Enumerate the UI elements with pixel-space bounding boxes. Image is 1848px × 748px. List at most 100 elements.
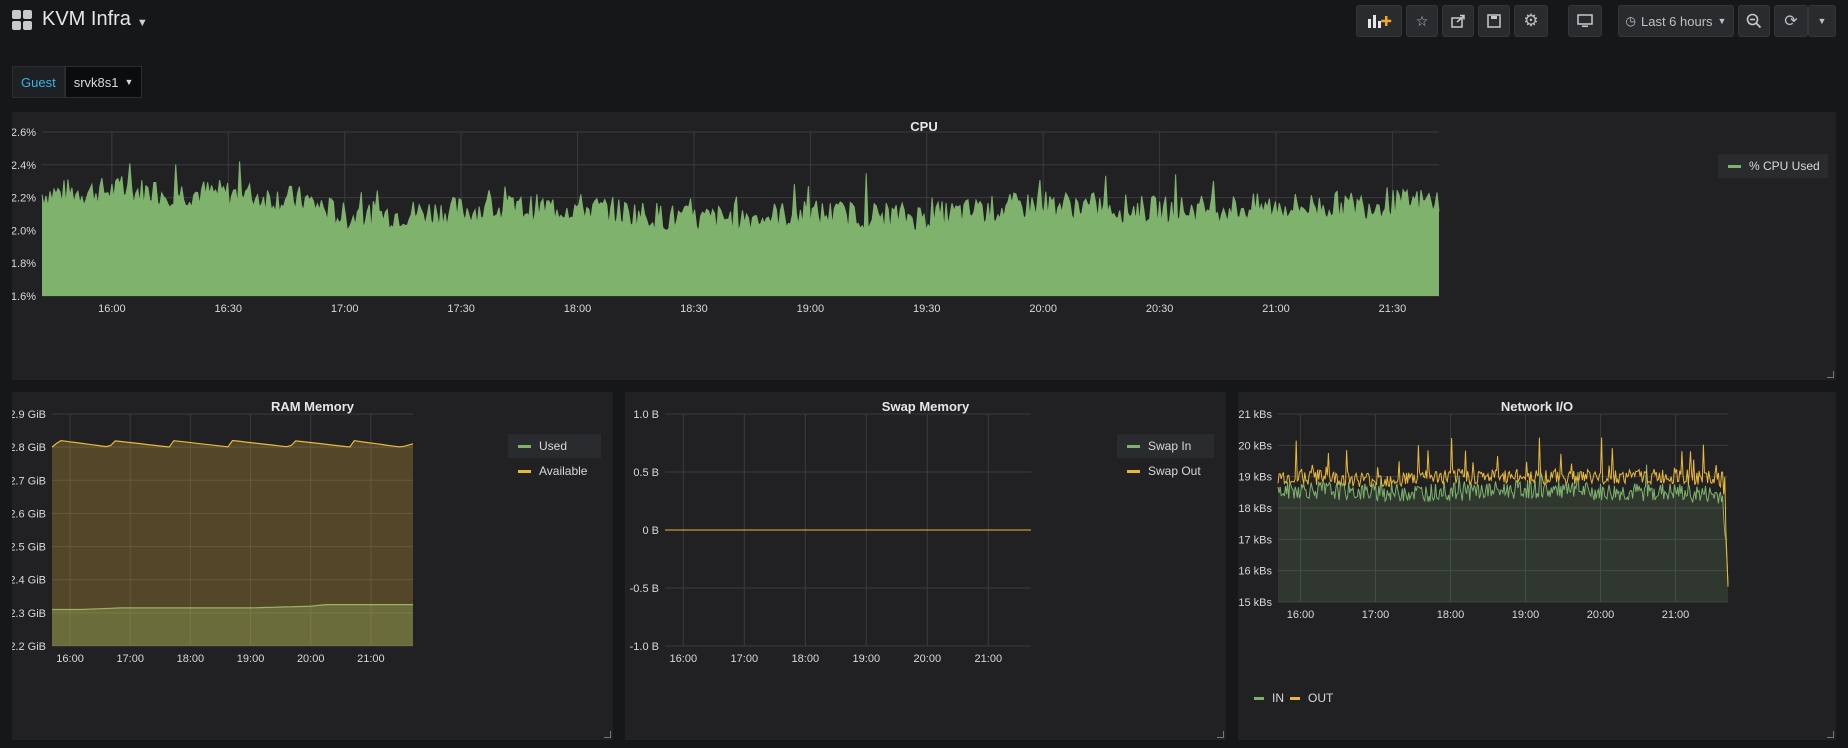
clock-icon: ◷	[1625, 14, 1636, 28]
variable-select[interactable]: srvk8s1 ▼	[64, 66, 143, 98]
save-icon	[1487, 14, 1501, 28]
y-tick-label: -1.0 B	[630, 641, 659, 653]
variable-label: Guest	[12, 66, 65, 98]
resize-handle[interactable]	[604, 731, 611, 738]
y-tick-label: 21 kBs	[1238, 409, 1272, 421]
legend-item-cpu[interactable]: % CPU Used	[1718, 154, 1828, 178]
legend-label: Swap In	[1148, 439, 1192, 453]
y-tick-label: 18 kBs	[1238, 503, 1272, 515]
x-tick-label: 16:00	[670, 653, 698, 665]
x-tick-label: 20:30	[1146, 303, 1174, 315]
save-button[interactable]	[1478, 5, 1510, 37]
series-area--cpu-used	[42, 161, 1439, 296]
y-tick-label: 0.5 B	[633, 467, 659, 479]
panel-cpu[interactable]: CPU 1.6% 1.8% 2.0% 2.2% 2.4% 2.6% 16:00 16:30 17…	[12, 112, 1836, 380]
dashboard-title: KVM Infra	[42, 8, 131, 30]
legend-label: OUT	[1308, 691, 1334, 705]
cpu-chart: 1.6% 1.8% 2.0% 2.2% 2.4% 2.6% 16:00 16:30 17:00 1…	[12, 127, 1440, 315]
dashboard-grid-icon	[12, 9, 32, 30]
x-tick-label: 20:00	[914, 653, 942, 665]
time-range-label: Last 6 hours	[1641, 13, 1713, 29]
x-tick-label: 19:00	[853, 653, 881, 665]
y-tick-label: 2.2%	[12, 193, 36, 205]
x-tick-label: 17:00	[1362, 609, 1390, 621]
caret-down-icon: ▼	[124, 77, 134, 87]
refresh-interval-dropdown[interactable]: ▼	[1808, 5, 1836, 37]
y-tick-label: 2.7 GiB	[12, 475, 46, 487]
x-tick-label: 17:00	[731, 653, 759, 665]
tv-mode-button[interactable]	[1568, 5, 1602, 37]
x-tick-label: 19:00	[797, 303, 825, 315]
x-tick-label: 20:00	[1029, 303, 1057, 315]
x-tick-label: 19:00	[237, 653, 265, 665]
variable-value: srvk8s1	[73, 74, 119, 90]
add-panel-icon	[1368, 15, 1392, 28]
y-tick-label: 2.9 GiB	[12, 409, 46, 421]
x-tick-label: 18:00	[177, 653, 205, 665]
panel-ram-memory[interactable]: RAM Memory 2.2 GiB 2.3 GiB 2.4 GiB 2.5 GiB 2…	[12, 392, 613, 740]
legend-swatch	[1290, 696, 1300, 700]
x-tick-label: 18:00	[792, 653, 820, 665]
refresh-button[interactable]: ⟳	[1774, 5, 1808, 37]
share-icon	[1451, 14, 1465, 28]
chevron-down-icon: ▼	[1817, 16, 1827, 26]
legend-swatch	[1728, 164, 1741, 168]
x-tick-label: 18:30	[680, 303, 708, 315]
x-tick-label: 16:30	[215, 303, 243, 315]
y-tick-label: 16 kBs	[1238, 566, 1272, 578]
legend-swatch	[1127, 444, 1140, 448]
x-tick-label: 18:00	[1437, 609, 1465, 621]
x-tick-label: 16:00	[1287, 609, 1315, 621]
resize-handle[interactable]	[1827, 731, 1834, 738]
legend-swatch	[1127, 469, 1140, 473]
legend-item-out[interactable]: OUT	[1280, 686, 1340, 710]
legend-label: Used	[539, 439, 568, 453]
x-tick-label: 21:00	[975, 653, 1003, 665]
legend-item-swap-in[interactable]: Swap In	[1117, 434, 1214, 458]
panel-network-io[interactable]: Network I/O 15 kBs 16 kBs 17 kBs 18 kBs 19 k…	[1238, 392, 1836, 740]
y-tick-label: 15 kBs	[1238, 597, 1272, 609]
y-tick-label: 17 kBs	[1238, 534, 1272, 546]
star-button[interactable]: ☆	[1406, 5, 1438, 37]
legend-label: % CPU Used	[1749, 159, 1820, 173]
legend-swatch	[518, 444, 531, 448]
legend-item-swap-out[interactable]: Swap Out	[1117, 459, 1214, 483]
legend-swatch	[1254, 696, 1264, 700]
y-tick-label: 1.0 B	[633, 409, 659, 421]
x-tick-label: 21:30	[1379, 303, 1407, 315]
x-tick-label: 17:00	[116, 653, 144, 665]
caret-down-icon: ▼	[136, 16, 148, 29]
series-area-available	[52, 440, 413, 646]
y-tick-label: 1.6%	[12, 291, 36, 303]
x-tick-label: 20:00	[1587, 609, 1615, 621]
panel-swap-memory[interactable]: Swap Memory -1.0 B -0.5 B0 B 0.5 B 1.0 B 16:…	[625, 392, 1226, 740]
x-tick-label: 18:00	[564, 303, 592, 315]
dashboard-title-button[interactable]: KVM Infra ▼	[12, 8, 148, 31]
x-tick-label: 16:00	[98, 303, 126, 315]
y-tick-label: 2.4%	[12, 160, 36, 172]
y-tick-label: 2.6 GiB	[12, 508, 46, 520]
legend-label: Swap Out	[1148, 464, 1201, 478]
resize-handle[interactable]	[1217, 731, 1224, 738]
time-picker-button[interactable]: ◷ Last 6 hours ▼	[1618, 5, 1734, 37]
x-tick-label: 17:30	[447, 303, 475, 315]
settings-button[interactable]: ⚙	[1514, 5, 1548, 37]
gear-icon: ⚙	[1523, 11, 1539, 30]
share-button[interactable]	[1442, 5, 1474, 37]
legend-swatch	[518, 469, 531, 473]
y-tick-label: 2.2 GiB	[12, 641, 46, 653]
y-tick-label: 2.8 GiB	[12, 442, 46, 454]
y-tick-label: 20 kBs	[1238, 440, 1272, 452]
y-tick-label: 0 B	[642, 525, 659, 537]
legend-item-used[interactable]: Used	[508, 434, 601, 458]
y-tick-label: 2.0%	[12, 225, 36, 237]
legend-item-available[interactable]: Available	[508, 459, 601, 483]
x-tick-label: 16:00	[56, 653, 84, 665]
y-tick-label: 19 kBs	[1238, 472, 1272, 484]
tv-icon	[1577, 14, 1593, 27]
add-panel-button[interactable]	[1356, 5, 1402, 37]
y-tick-label: 2.4 GiB	[12, 575, 46, 587]
zoom-out-button[interactable]	[1738, 5, 1770, 37]
resize-handle[interactable]	[1827, 371, 1834, 378]
x-tick-label: 19:30	[913, 303, 941, 315]
